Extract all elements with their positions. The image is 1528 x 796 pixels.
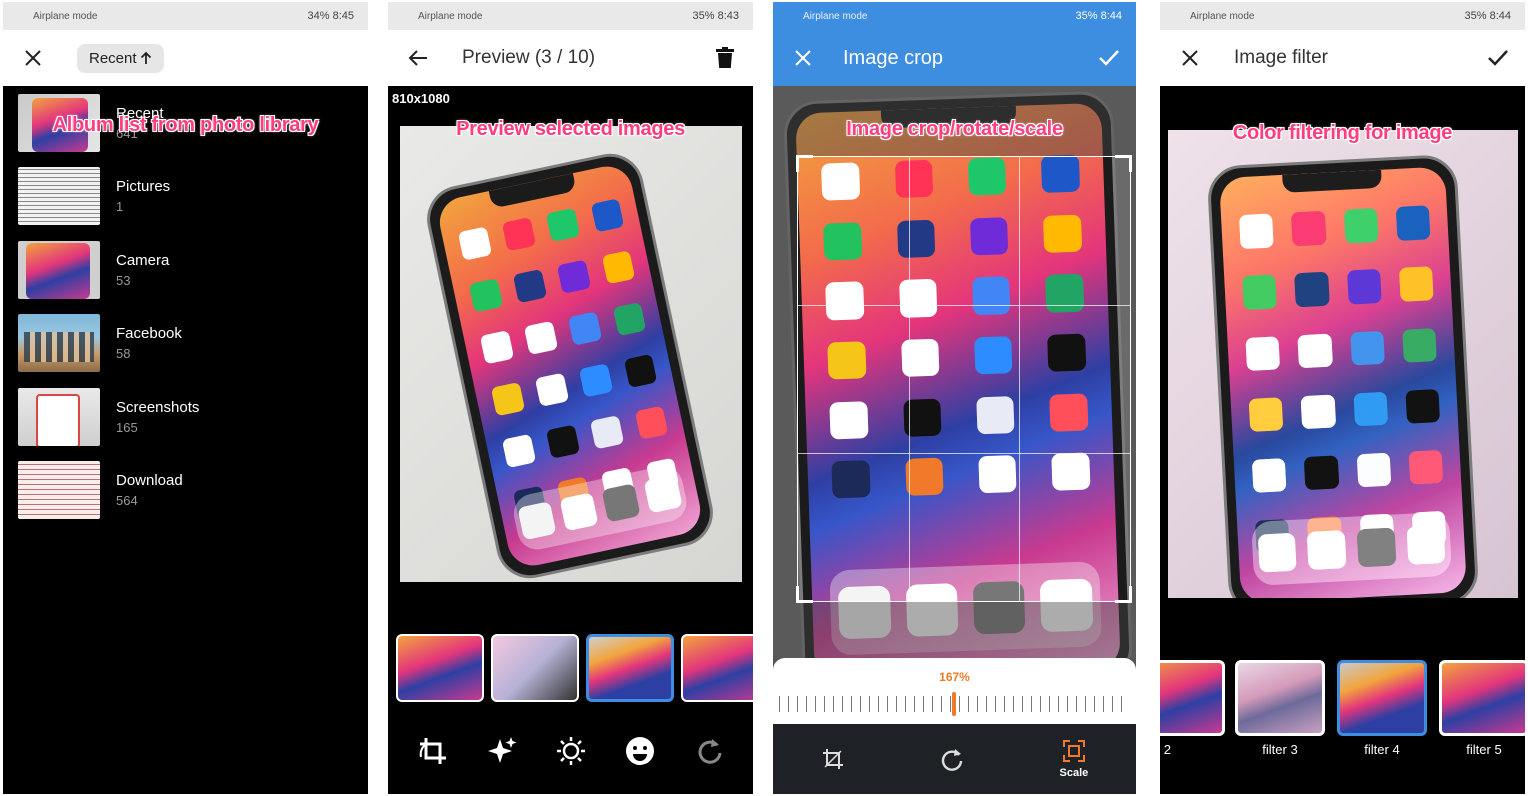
album-dropdown[interactable]: Recent: [77, 43, 164, 73]
thumbnail-1[interactable]: [396, 634, 484, 702]
arrow-left-icon[interactable]: [406, 46, 430, 70]
rotate-icon[interactable]: [940, 747, 964, 771]
status-right: 34% 8:45: [307, 10, 354, 22]
album-count: 53: [116, 273, 131, 288]
brightness-icon[interactable]: [555, 735, 587, 767]
album-thumbnail: [18, 241, 100, 299]
page-title: Preview (3 / 10): [462, 47, 596, 68]
album-count: 1: [116, 199, 124, 214]
crop-frame[interactable]: [796, 155, 1132, 603]
filter-3-label: filter 3: [1262, 742, 1298, 757]
crop-corner-handle[interactable]: [1115, 155, 1132, 172]
status-bar: Airplane mode 35% 8:44: [773, 2, 1136, 30]
crop-corner-handle[interactable]: [1115, 586, 1132, 603]
trash-icon[interactable]: [713, 46, 737, 70]
status-right: 35% 8:44: [1075, 10, 1122, 22]
edit-toolbar: [388, 726, 753, 776]
filter-2-thumbnail[interactable]: [1160, 660, 1225, 736]
album-name: Screenshots: [116, 399, 200, 416]
scale-tool-label: Scale: [1059, 767, 1089, 779]
album-thumbnail: [18, 461, 100, 519]
album-thumbnail: [18, 388, 100, 446]
top-bar: Image crop: [773, 30, 1136, 86]
annotation-label: Color filtering for image: [1232, 122, 1453, 144]
phone-photo: [1206, 153, 1480, 598]
crop-corner-handle[interactable]: [796, 155, 813, 172]
sparkle-icon[interactable]: [486, 735, 518, 767]
preview-screen: Airplane mode 35% 8:43 Preview (3 / 10) …: [388, 2, 753, 794]
filter-5-thumbnail[interactable]: [1439, 660, 1525, 736]
album-item-camera[interactable]: Camera 53: [18, 241, 169, 299]
scale-tool-button[interactable]: Scale: [1059, 739, 1089, 779]
album-count: 564: [116, 493, 138, 508]
thumbnail-4[interactable]: [681, 634, 753, 702]
album-name: Pictures: [116, 178, 171, 195]
crop-canvas[interactable]: [773, 86, 1136, 658]
scale-slider-thumb[interactable]: [952, 692, 956, 716]
close-icon[interactable]: [1178, 46, 1202, 70]
album-thumbnail: [18, 167, 100, 225]
top-bar: Image filter: [1160, 30, 1525, 86]
filter-3-thumbnail[interactable]: [1235, 660, 1325, 736]
annotation-label: Album list from photo library: [52, 114, 319, 136]
filter-4-thumbnail-selected[interactable]: [1337, 660, 1427, 736]
scale-value: 167%: [939, 670, 970, 684]
scale-panel: 167%: [773, 658, 1136, 724]
crop-screen: Airplane mode 35% 8:44 Image crop 167% S…: [773, 2, 1136, 794]
image-dimensions: 810x1080: [392, 91, 450, 106]
thumbnail-3-selected[interactable]: [586, 634, 674, 702]
status-left: Airplane mode: [418, 10, 483, 22]
status-left: Airplane mode: [33, 10, 98, 22]
filter-4-label: filter 4: [1364, 742, 1400, 757]
page-title: Image crop: [843, 46, 944, 69]
album-list-screen: Airplane mode 34% 8:45 Recent Recent 641 …: [3, 2, 368, 794]
emoji-icon[interactable]: [624, 735, 656, 767]
album-name: Download: [116, 472, 183, 489]
crop-toolbar: Scale: [773, 724, 1136, 794]
status-right: 35% 8:44: [1464, 10, 1511, 22]
album-count: 58: [116, 346, 131, 361]
album-thumbnail: [18, 314, 100, 372]
album-item-download[interactable]: Download 564: [18, 461, 183, 519]
top-bar: Recent: [3, 30, 368, 86]
preview-image: [400, 126, 742, 582]
arrow-up-icon: [140, 51, 152, 65]
crop-icon[interactable]: [417, 735, 449, 767]
filtered-image: [1168, 130, 1518, 598]
annotation-label: Preview selected images: [456, 118, 685, 140]
album-item-facebook[interactable]: Facebook 58: [18, 314, 182, 372]
filter-5-label: filter 5: [1466, 742, 1502, 757]
status-right: 35% 8:43: [692, 10, 739, 22]
annotation-label: Image crop/rotate/scale: [846, 118, 1063, 140]
status-bar: Airplane mode 35% 8:43: [388, 2, 753, 30]
album-dropdown-label: Recent: [89, 49, 137, 67]
check-icon[interactable]: [1485, 46, 1511, 70]
album-name: Facebook: [116, 325, 182, 342]
check-icon[interactable]: [1096, 46, 1122, 70]
album-item-screenshots[interactable]: Screenshots 165: [18, 388, 199, 446]
rotate-icon[interactable]: [693, 735, 725, 767]
status-bar: Airplane mode 34% 8:45: [3, 2, 368, 30]
phone-photo: [420, 147, 720, 582]
album-item-pictures[interactable]: Pictures 1: [18, 167, 170, 225]
close-icon[interactable]: [21, 46, 45, 70]
filter-2-label: ter 2: [1160, 742, 1172, 757]
crop-icon[interactable]: [821, 747, 845, 771]
album-name: Camera: [116, 252, 170, 269]
status-left: Airplane mode: [803, 10, 868, 22]
top-bar: Preview (3 / 10): [388, 30, 753, 86]
page-title: Image filter: [1234, 47, 1328, 68]
status-bar: Airplane mode 35% 8:44: [1160, 2, 1525, 30]
thumbnail-2[interactable]: [491, 634, 579, 702]
status-left: Airplane mode: [1190, 10, 1255, 22]
close-icon[interactable]: [791, 46, 815, 70]
album-count: 165: [116, 420, 138, 435]
crop-corner-handle[interactable]: [796, 586, 813, 603]
scale-icon: [1062, 739, 1086, 763]
filter-screen: Airplane mode 35% 8:44 Image filter 2 fi…: [1160, 2, 1525, 794]
